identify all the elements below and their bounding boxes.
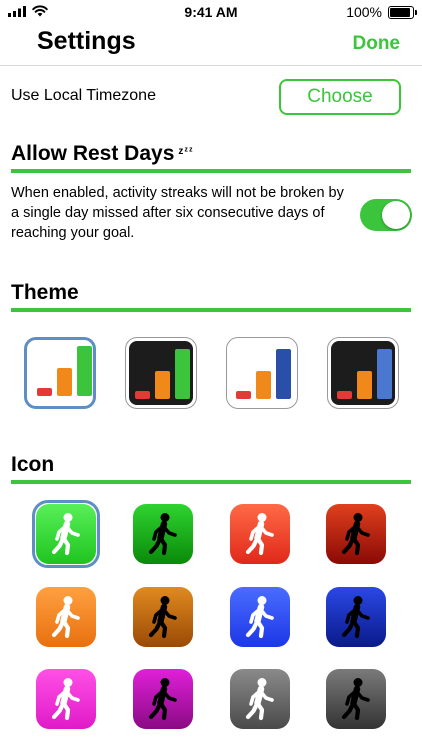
walker-icon-orange-black[interactable] bbox=[133, 587, 193, 647]
theme-bar-1 bbox=[135, 391, 150, 399]
theme-bar-3 bbox=[77, 346, 92, 396]
walking-person-icon bbox=[341, 513, 370, 556]
walker-icon-orange-white[interactable] bbox=[36, 587, 96, 647]
zzz-icon: zᶻᶻ bbox=[178, 146, 194, 157]
nav-divider bbox=[0, 65, 422, 66]
walker-icon-green-black[interactable] bbox=[133, 504, 193, 564]
theme-option-1[interactable] bbox=[24, 337, 96, 409]
theme-preview bbox=[331, 341, 395, 405]
battery-fill bbox=[390, 7, 410, 17]
walking-person-icon bbox=[245, 513, 274, 556]
rest-days-description: When enabled, activity streaks will not … bbox=[11, 185, 344, 241]
theme-bar-2 bbox=[155, 371, 170, 399]
walker-icon-red-white[interactable] bbox=[230, 504, 290, 564]
theme-title: Theme bbox=[11, 281, 79, 304]
walker-icon-red-black[interactable] bbox=[326, 504, 386, 564]
timezone-label: Use Local Timezone bbox=[11, 87, 156, 104]
icon-title: Icon bbox=[11, 453, 55, 476]
rest-days-toggle[interactable] bbox=[360, 199, 412, 231]
theme-bar-2 bbox=[357, 371, 372, 399]
walking-person-icon bbox=[245, 596, 274, 639]
choose-timezone-button[interactable]: Choose bbox=[279, 79, 401, 115]
walking-person-icon bbox=[51, 678, 80, 721]
theme-preview bbox=[31, 344, 92, 402]
walker-icon-blue-black[interactable] bbox=[326, 587, 386, 647]
theme-bar-3 bbox=[175, 349, 190, 399]
status-right: 100% bbox=[346, 4, 417, 20]
theme-preview bbox=[129, 341, 193, 405]
walker-icon-magenta-black[interactable] bbox=[133, 669, 193, 729]
rest-days-title-text: Allow Rest Days bbox=[11, 142, 175, 165]
walking-person-icon bbox=[245, 678, 274, 721]
walker-icon-magenta-white[interactable] bbox=[36, 669, 96, 729]
theme-option-2[interactable] bbox=[125, 337, 197, 409]
rest-days-divider bbox=[11, 169, 411, 173]
theme-option-4[interactable] bbox=[327, 337, 399, 409]
battery-icon bbox=[388, 5, 417, 19]
theme-bar-2 bbox=[57, 368, 72, 396]
walking-person-icon bbox=[51, 596, 80, 639]
walking-person-icon bbox=[148, 678, 177, 721]
theme-bar-1 bbox=[337, 391, 352, 399]
walking-person-icon bbox=[148, 596, 177, 639]
done-button[interactable]: Done bbox=[353, 33, 401, 55]
theme-bar-1 bbox=[236, 391, 251, 399]
theme-bar-2 bbox=[256, 371, 271, 399]
theme-divider bbox=[11, 308, 411, 312]
theme-option-3[interactable] bbox=[226, 337, 298, 409]
walker-icon-gray-black[interactable] bbox=[326, 669, 386, 729]
page-title: Settings bbox=[37, 27, 136, 55]
theme-preview bbox=[230, 341, 294, 405]
theme-bar-1 bbox=[37, 388, 52, 396]
icon-divider bbox=[11, 480, 411, 484]
walker-icon-green-white[interactable] bbox=[36, 504, 96, 564]
battery-percent: 100% bbox=[346, 4, 382, 20]
toggle-knob bbox=[382, 201, 410, 229]
status-bar: 9:41 AM 100% bbox=[0, 0, 422, 24]
walker-icon-blue-white[interactable] bbox=[230, 587, 290, 647]
rest-days-title: Allow Rest Days zᶻᶻ bbox=[11, 142, 194, 166]
walking-person-icon bbox=[51, 513, 80, 556]
walking-person-icon bbox=[341, 678, 370, 721]
walking-person-icon bbox=[148, 513, 177, 556]
theme-bar-3 bbox=[276, 349, 291, 399]
walking-person-icon bbox=[341, 596, 370, 639]
theme-bar-3 bbox=[377, 349, 392, 399]
walker-icon-gray-white[interactable] bbox=[230, 669, 290, 729]
